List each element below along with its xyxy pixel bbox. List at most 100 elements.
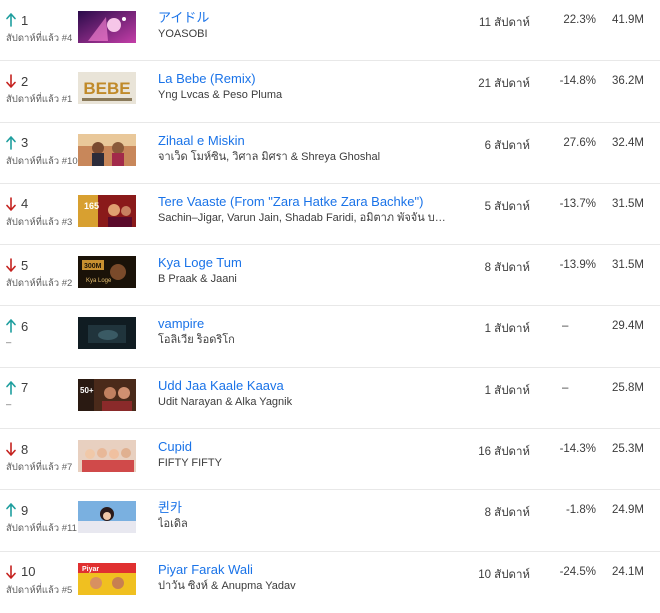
rank-cell: 4 สัปดาห์ที่แล้ว #3 xyxy=(6,196,78,230)
chart-row[interactable]: 9 สัปดาห์ที่แล้ว #11 퀸카 ไอเดิล 8 สัปดาห์ -1.8… xyxy=(0,490,660,552)
chart-list: 1 สัปดาห์ที่แล้ว #4 アイドル YOASOBI 11 สัปดาห์ 2… xyxy=(0,0,660,613)
view-change: -14.8% xyxy=(559,75,596,88)
arrow-up-icon xyxy=(6,503,16,518)
rank-number: 7 xyxy=(21,380,29,396)
svg-text:BEBE: BEBE xyxy=(83,79,130,98)
video-thumbnail[interactable]: 165 xyxy=(78,194,136,227)
arrow-up-icon xyxy=(6,319,16,334)
video-thumbnail[interactable]: 300M Kya Loge xyxy=(78,256,136,289)
svg-text:Piyar: Piyar xyxy=(82,566,99,573)
previous-rank: สัปดาห์ที่แล้ว #7 xyxy=(6,462,73,474)
weeks-on-chart: 5 สัปดาห์ xyxy=(484,200,530,213)
view-count: 25.8M xyxy=(612,381,644,394)
video-thumbnail[interactable] xyxy=(78,317,136,350)
arrow-up-icon xyxy=(6,380,16,395)
artist-name[interactable]: Yng Lvcas & Peso Pluma xyxy=(158,88,458,102)
song-title-link[interactable]: アイドル xyxy=(158,10,458,26)
arrow-down-icon xyxy=(6,197,16,211)
previous-rank: – xyxy=(6,398,12,410)
view-change: -13.7% xyxy=(559,197,596,210)
rank-cell: 3 สัปดาห์ที่แล้ว #10 xyxy=(6,135,78,169)
video-thumbnail[interactable] xyxy=(78,133,136,166)
chart-row[interactable]: 4 สัปดาห์ที่แล้ว #3 165 Tere Vaaste (From "… xyxy=(0,184,660,246)
svg-text:50+: 50+ xyxy=(80,386,94,395)
song-title-link[interactable]: Kya Loge Tum xyxy=(158,255,458,271)
view-change: 27.6% xyxy=(563,136,596,149)
rank-number: 9 xyxy=(21,502,29,518)
rank-cell: 9 สัปดาห์ที่แล้ว #11 xyxy=(6,502,78,536)
previous-rank: สัปดาห์ที่แล้ว #2 xyxy=(6,278,73,290)
previous-rank: สัปดาห์ที่แล้ว #11 xyxy=(6,523,77,535)
chart-row[interactable]: 5 สัปดาห์ที่แล้ว #2 300M Kya Loge Kya Loge T… xyxy=(0,245,660,307)
weeks-on-chart: 6 สัปดาห์ xyxy=(484,139,530,152)
video-thumbnail[interactable] xyxy=(78,440,136,473)
song-title-link[interactable]: La Bebe (Remix) xyxy=(158,71,458,87)
view-change: -1.8% xyxy=(565,504,596,517)
video-thumbnail[interactable] xyxy=(78,501,136,534)
view-change: -24.5% xyxy=(559,565,596,578)
song-title-link[interactable]: Piyar Farak Wali xyxy=(158,562,458,578)
weeks-on-chart: 10 สัปดาห์ xyxy=(478,568,530,581)
chart-row[interactable]: 6– vampire โอลิเวีย ร็อดริโก 1 สัปดาห์ – 29.4… xyxy=(0,306,660,368)
weeks-on-chart: 21 สัปดาห์ xyxy=(478,78,530,91)
rank-cell: 10 สัปดาห์ที่แล้ว #5 xyxy=(6,564,78,598)
previous-rank: สัปดาห์ที่แล้ว #3 xyxy=(6,216,73,228)
chart-row[interactable]: 2 สัปดาห์ที่แล้ว #1 BEBE La Bebe (Remix) Yng… xyxy=(0,61,660,123)
previous-rank: – xyxy=(6,337,12,349)
weeks-on-chart: 1 สัปดาห์ xyxy=(484,384,530,397)
weeks-on-chart: 16 สัปดาห์ xyxy=(478,446,530,459)
artist-name[interactable]: B Praak & Jaani xyxy=(158,272,458,286)
song-title-link[interactable]: Udd Jaa Kaale Kaava xyxy=(158,378,458,394)
video-thumbnail[interactable]: BEBE xyxy=(78,72,136,105)
artist-name[interactable]: FIFTY FIFTY xyxy=(158,456,458,470)
arrow-up-icon xyxy=(6,135,16,150)
weeks-on-chart: 1 สัปดาห์ xyxy=(484,323,530,336)
rank-number: 6 xyxy=(21,318,29,334)
view-change: -13.9% xyxy=(559,259,596,272)
weeks-on-chart: 8 สัปดาห์ xyxy=(484,262,530,275)
arrow-down-icon xyxy=(6,258,16,272)
view-count: 29.4M xyxy=(612,320,644,333)
song-title-link[interactable]: 퀸카 xyxy=(158,500,458,516)
svg-text:300M: 300M xyxy=(84,263,102,270)
video-thumbnail[interactable] xyxy=(78,11,136,43)
video-thumbnail[interactable]: Piyar xyxy=(78,562,136,595)
song-title-link[interactable]: Cupid xyxy=(158,439,458,455)
chart-row[interactable]: 1 สัปดาห์ที่แล้ว #4 アイドル YOASOBI 11 สัปดาห์ 2… xyxy=(0,0,660,62)
previous-rank: สัปดาห์ที่แล้ว #10 xyxy=(6,155,78,167)
weeks-on-chart: 11 สัปดาห์ xyxy=(479,17,530,29)
svg-text:165: 165 xyxy=(84,201,99,211)
view-count: 41.9M xyxy=(612,14,644,26)
rank-number: 1 xyxy=(21,12,29,28)
chart-row[interactable]: 8 สัปดาห์ที่แล้ว #7 Cupid FIFTY FIFTY 16 สัป… xyxy=(0,429,660,491)
rank-number: 2 xyxy=(21,73,29,89)
previous-rank: สัปดาห์ที่แล้ว #5 xyxy=(6,584,73,596)
arrow-down-icon xyxy=(6,564,16,579)
weeks-on-chart: 8 สัปดาห์ xyxy=(484,507,530,520)
view-count: 24.1M xyxy=(612,565,644,578)
chart-row[interactable]: 10 สัปดาห์ที่แล้ว #5 Piyar Piyar Farak Wali… xyxy=(0,552,660,613)
artist-name[interactable]: Udit Narayan & Alka Yagnik xyxy=(158,395,458,409)
song-title-link[interactable]: Zihaal e Miskin xyxy=(158,133,458,149)
artist-name[interactable]: ปาวัน ซิงห์ & Anupma Yadav xyxy=(158,579,458,593)
view-count: 24.9M xyxy=(612,504,644,517)
rank-cell: 1 สัปดาห์ที่แล้ว #4 xyxy=(6,12,78,46)
artist-name[interactable]: Sachin–Jigar, Varun Jain, Shadab Faridi,… xyxy=(158,211,458,225)
artist-name[interactable]: ไอเดิล xyxy=(158,517,458,531)
view-count: 36.2M xyxy=(612,75,644,88)
rank-number: 8 xyxy=(21,441,29,457)
video-thumbnail[interactable]: 50+ xyxy=(78,378,136,411)
song-title-link[interactable]: Tere Vaaste (From "Zara Hatke Zara Bachk… xyxy=(158,194,458,210)
rank-number: 3 xyxy=(21,135,29,151)
rank-cell: 7– xyxy=(6,380,78,410)
rank-number: 10 xyxy=(21,564,36,580)
artist-name[interactable]: จาเว็ด โมห์ซิน, วิศาล มิศรา & Shreya Gho… xyxy=(158,150,458,164)
song-title-link[interactable]: vampire xyxy=(158,316,458,332)
view-count: 32.4M xyxy=(612,136,644,149)
chart-row[interactable]: 3 สัปดาห์ที่แล้ว #10 Zihaal e Miskin จาเว็ด… xyxy=(0,123,660,184)
view-count: 31.5M xyxy=(612,259,644,272)
artist-name[interactable]: โอลิเวีย ร็อดริโก xyxy=(158,333,458,347)
chart-row[interactable]: 7–50+ Udd Jaa Kaale Kaava Udit Narayan & A… xyxy=(0,368,660,430)
artist-name[interactable]: YOASOBI xyxy=(158,27,458,41)
view-count: 25.3M xyxy=(612,443,644,456)
